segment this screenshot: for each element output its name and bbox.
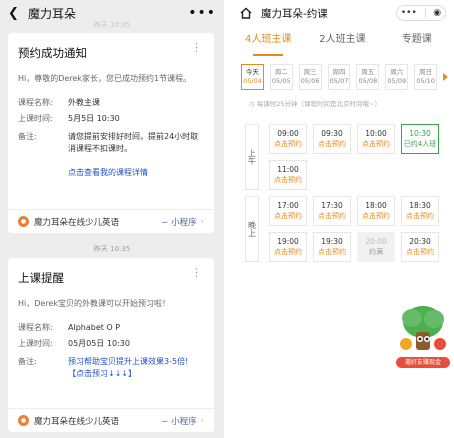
- time-slot-full: 20:00 约满: [357, 232, 395, 262]
- brand-avatar-icon: ●: [18, 216, 29, 227]
- tab-4-person-class[interactable]: 4人班主课: [231, 28, 305, 56]
- tree-mascot-icon: [400, 306, 446, 350]
- invite-friends-mascot[interactable]: 邀好友赚现金: [396, 304, 450, 368]
- time-slot[interactable]: 18:30 点击预约: [401, 196, 439, 226]
- time-slot[interactable]: 20:30 点击预约: [401, 232, 439, 262]
- card-title: 预约成功通知: [18, 46, 87, 60]
- remark-row: 备注: 预习帮助宝贝提升上课效果3-5倍!【点击预习↓↓↓】: [8, 356, 214, 380]
- chevron-right-icon: ›: [200, 216, 204, 227]
- evening-label: 晚上: [245, 196, 259, 262]
- invite-label: 邀好友赚现金: [396, 357, 450, 368]
- mini-program-footer[interactable]: ● 魔力耳朵在线少儿英语 ∽ 小程序 ›: [8, 408, 214, 432]
- next-week-arrow-icon[interactable]: [443, 73, 449, 81]
- tab-2-person-class[interactable]: 2人班主课: [305, 28, 379, 56]
- day-item[interactable]: 周二 05/05: [269, 64, 293, 90]
- mini-program-label: ∽ 小程序: [161, 416, 197, 427]
- timestamp: 昨天 10:35: [93, 21, 131, 29]
- footer-brand-name: 魔力耳朵在线少儿英语: [34, 217, 120, 228]
- time-slot[interactable]: 09:30 点击预约: [313, 124, 351, 154]
- course-name-row: 课程名称: Alphabet O P: [18, 323, 121, 332]
- course-time-row: 上课时间: 05月05日 10:30: [18, 339, 130, 348]
- capsule-divider: [424, 8, 426, 18]
- class-type-tabs: 4人班主课 2人班主课 专题课: [231, 28, 454, 56]
- mini-program-footer[interactable]: ● 魔力耳朵在线少儿英语 ∽ 小程序 ›: [8, 209, 214, 233]
- course-detail-link[interactable]: 点击查看我的课程详情: [8, 167, 214, 178]
- capsule-close-icon[interactable]: ◉: [433, 8, 441, 18]
- home-icon[interactable]: [239, 6, 253, 20]
- timestamp: 昨天 10:35: [93, 245, 131, 253]
- day-item[interactable]: 周三 05/06: [298, 64, 322, 90]
- day-item[interactable]: 周日 05/10: [414, 64, 438, 90]
- time-slot[interactable]: 19:30 点击预约: [313, 232, 351, 262]
- booking-title: 魔力耳朵-约课: [261, 7, 328, 20]
- day-selector: 今天 05/04 周二 05/05 周三 05/06 周四 05/07 周五 05/08 …: [231, 56, 454, 90]
- mini-program-capsule: ••• ◉: [396, 5, 446, 21]
- chat-title: 魔力耳朵: [28, 6, 77, 21]
- time-slot-booked[interactable]: 10:30 已约4人班: [401, 124, 439, 154]
- back-arrow-icon[interactable]: ❮: [8, 6, 22, 21]
- footer-brand-name: 魔力耳朵在线少儿英语: [34, 416, 120, 427]
- time-slot[interactable]: 19:00 点击预约: [269, 232, 307, 262]
- remark-row: 备注: 请您提前安排好时间，提前24小时取消课程不扣课时。: [18, 132, 199, 153]
- booking-panel: 魔力耳朵-约课 ••• ◉ 4人班主课 2人班主课 专题课 今天 05/04 周二…: [231, 0, 454, 438]
- time-slot[interactable]: 11:00 点击预约: [269, 160, 307, 190]
- vertical-more-icon[interactable]: ⋮: [191, 42, 202, 53]
- course-time-row: 上课时间: 5月5日 10:30: [18, 114, 120, 123]
- duration-note: ◷ 每课时25分钟（课程时间是北京时间哦~）: [249, 100, 381, 108]
- time-slot[interactable]: 09:00 点击预约: [269, 124, 307, 154]
- card-subtitle: Hi，尊敬的Derek家长，您已成功预约1节课程。: [18, 74, 192, 83]
- time-slot[interactable]: 17:00 点击预约: [269, 196, 307, 226]
- day-item[interactable]: 今天 05/04: [241, 64, 264, 90]
- tab-special-class[interactable]: 专题课: [380, 28, 454, 56]
- preview-link[interactable]: 预习帮助宝贝提升上课效果3-5倍!【点击预习↓↓↓】: [68, 356, 204, 380]
- mini-program-label: ∽ 小程序: [161, 217, 197, 228]
- day-item[interactable]: 周五 05/08: [356, 64, 380, 90]
- course-name-row: 课程名称: 外教主课: [18, 98, 100, 107]
- time-slot[interactable]: 17:30 点击预约: [313, 196, 351, 226]
- chevron-right-icon: ›: [200, 415, 204, 426]
- card-title: 上课提醒: [18, 271, 64, 285]
- class-reminder-card[interactable]: 上课提醒 ⋮ Hi，Derek宝贝的外教课可以开始预习啦！ 课程名称: Alph…: [8, 258, 214, 432]
- more-dots-icon[interactable]: •••: [188, 5, 216, 21]
- day-item[interactable]: 周六 05/09: [385, 64, 409, 90]
- day-item[interactable]: 周四 05/07: [327, 64, 351, 90]
- brand-avatar-icon: ●: [18, 415, 29, 426]
- time-slot[interactable]: 10:00 点击预约: [357, 124, 395, 154]
- booking-nav-bar: 魔力耳朵-约课 ••• ◉: [231, 0, 454, 26]
- booking-success-card[interactable]: 预约成功通知 ⋮ Hi，尊敬的Derek家长，您已成功预约1节课程。 课程名称:…: [8, 33, 214, 233]
- card-subtitle: Hi，Derek宝贝的外教课可以开始预习啦！: [18, 299, 170, 308]
- capsule-more-icon[interactable]: •••: [401, 8, 417, 18]
- vertical-more-icon[interactable]: ⋮: [191, 267, 202, 278]
- time-slot[interactable]: 18:00 点击预约: [357, 196, 395, 226]
- chat-panel: ❮ 魔力耳朵 ••• 昨天 10:35 预约成功通知 ⋮ Hi，尊敬的Derek…: [0, 0, 224, 438]
- morning-label: 上午: [245, 124, 259, 190]
